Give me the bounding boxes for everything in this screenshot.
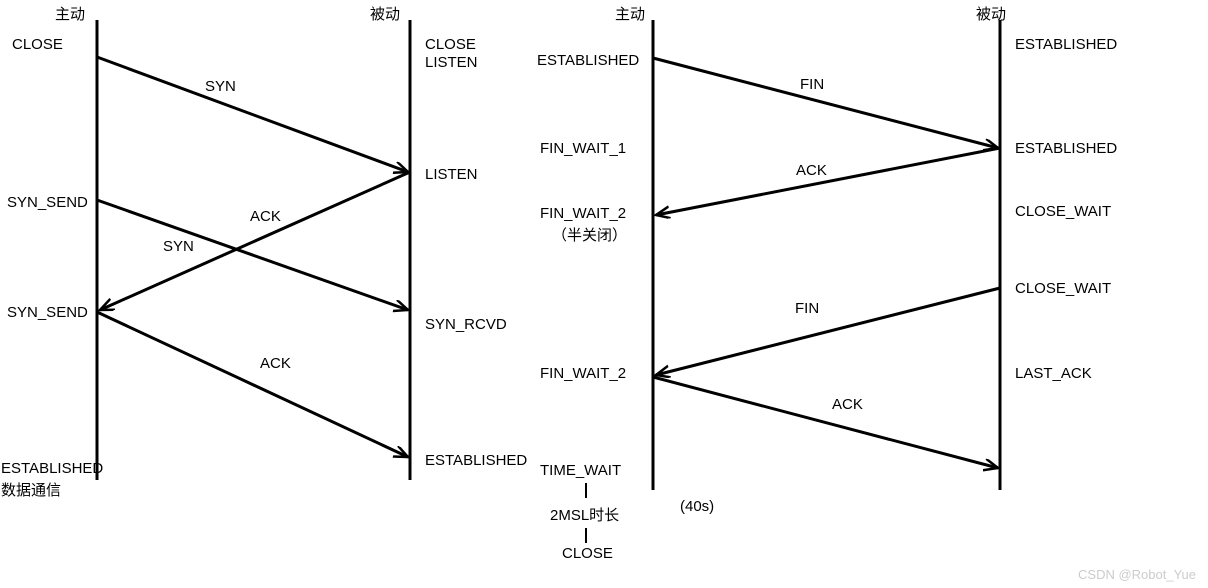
left-active-header: 主动 bbox=[55, 3, 85, 24]
left-state-est-left: ESTABLISHED bbox=[1, 460, 103, 477]
watermark: CSDN @Robot_Yue bbox=[1078, 567, 1196, 582]
right-state-est-r2: ESTABLISHED bbox=[1015, 140, 1117, 157]
left-state-close: CLOSE bbox=[12, 36, 63, 53]
left-state-data: 数据通信 bbox=[1, 479, 61, 500]
right-state-est-r: ESTABLISHED bbox=[1015, 36, 1117, 53]
right-state-timewait: TIME_WAIT bbox=[540, 462, 621, 479]
left-state-listen: LISTEN bbox=[425, 166, 478, 183]
right-msg-fin1: FIN bbox=[800, 76, 824, 93]
left-msg-ack2: ACK bbox=[260, 355, 291, 372]
right-active-header: 主动 bbox=[615, 3, 645, 24]
right-timer-40s: (40s) bbox=[680, 498, 714, 515]
left-state-est-right: ESTABLISHED bbox=[425, 452, 527, 469]
left-msg-ack1: ACK bbox=[250, 208, 281, 225]
right-state-lastack: LAST_ACK bbox=[1015, 365, 1092, 382]
left-msg-syn2: SYN bbox=[163, 238, 194, 255]
left-state-synsend1: SYN_SEND bbox=[7, 194, 88, 211]
right-state-fw1: FIN_WAIT_1 bbox=[540, 140, 626, 157]
right-state-cw1: CLOSE_WAIT bbox=[1015, 203, 1111, 220]
right-msg-ack1: ACK bbox=[796, 162, 827, 179]
right-state-cw2: CLOSE_WAIT bbox=[1015, 280, 1111, 297]
right-msg-fin2: FIN bbox=[795, 300, 819, 317]
right-state-close: CLOSE bbox=[562, 545, 613, 562]
left-state-synrcvd: SYN_RCVD bbox=[425, 316, 507, 333]
right-msg-ack2: ACK bbox=[832, 396, 863, 413]
right-passive-header: 被动 bbox=[976, 3, 1006, 24]
right-state-fw2b: FIN_WAIT_2 bbox=[540, 365, 626, 382]
right-state-close: CLOSE bbox=[425, 36, 476, 53]
right-timer-2msl: 2MSL时长 bbox=[550, 504, 619, 525]
right-state-halfclose: （半关闭） bbox=[552, 224, 627, 245]
right-state-listen0: LISTEN bbox=[425, 54, 478, 71]
right-state-est-l: ESTABLISHED bbox=[537, 52, 639, 69]
right-state-fw2a: FIN_WAIT_2 bbox=[540, 205, 626, 222]
left-state-synsend2: SYN_SEND bbox=[7, 304, 88, 321]
left-msg-syn1: SYN bbox=[205, 78, 236, 95]
left-passive-header: 被动 bbox=[370, 3, 400, 24]
